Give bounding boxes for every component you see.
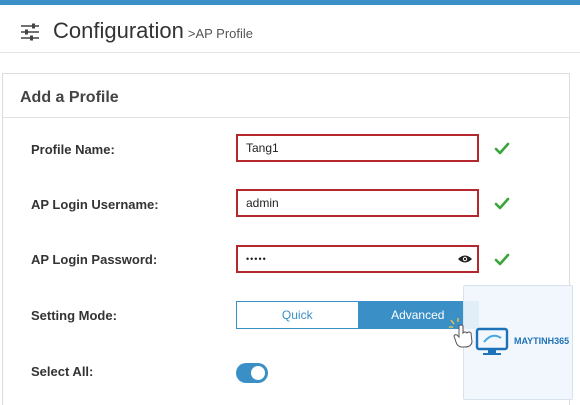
setting-mode-label: Setting Mode:	[31, 308, 117, 323]
login-username-label: AP Login Username:	[31, 197, 159, 212]
show-password-eye-icon[interactable]	[457, 254, 473, 264]
setting-mode-quick[interactable]: Quick	[237, 302, 358, 328]
panel-divider	[3, 117, 569, 118]
login-password-input[interactable]	[236, 245, 479, 273]
select-all-switch[interactable]	[236, 363, 268, 383]
login-username-input[interactable]	[236, 189, 479, 217]
valid-check-icon	[494, 253, 510, 266]
profile-name-input[interactable]	[236, 134, 479, 162]
switch-knob	[251, 366, 265, 380]
hand-cursor-icon	[449, 318, 473, 348]
select-all-label: Select All:	[31, 364, 94, 379]
page-title: Configuration >AP Profile	[53, 18, 253, 44]
app-window: Configuration >AP Profile Add a Profile P…	[0, 0, 580, 405]
watermark-monitor-icon	[475, 327, 509, 355]
panel-title: Add a Profile	[20, 89, 119, 106]
page-title-text: Configuration	[53, 18, 184, 43]
page-header: Configuration >AP Profile	[0, 5, 580, 53]
valid-check-icon	[494, 142, 510, 155]
valid-check-icon	[494, 197, 510, 210]
breadcrumb[interactable]: >AP Profile	[188, 26, 253, 41]
profile-name-label: Profile Name:	[31, 142, 115, 157]
setting-mode-toggle: Quick Advanced	[236, 301, 479, 329]
login-password-label: AP Login Password:	[31, 252, 158, 267]
watermark-brand: MAYTINH365	[514, 336, 570, 346]
watermark: MAYTINH365	[463, 285, 573, 400]
sliders-icon	[21, 23, 39, 41]
